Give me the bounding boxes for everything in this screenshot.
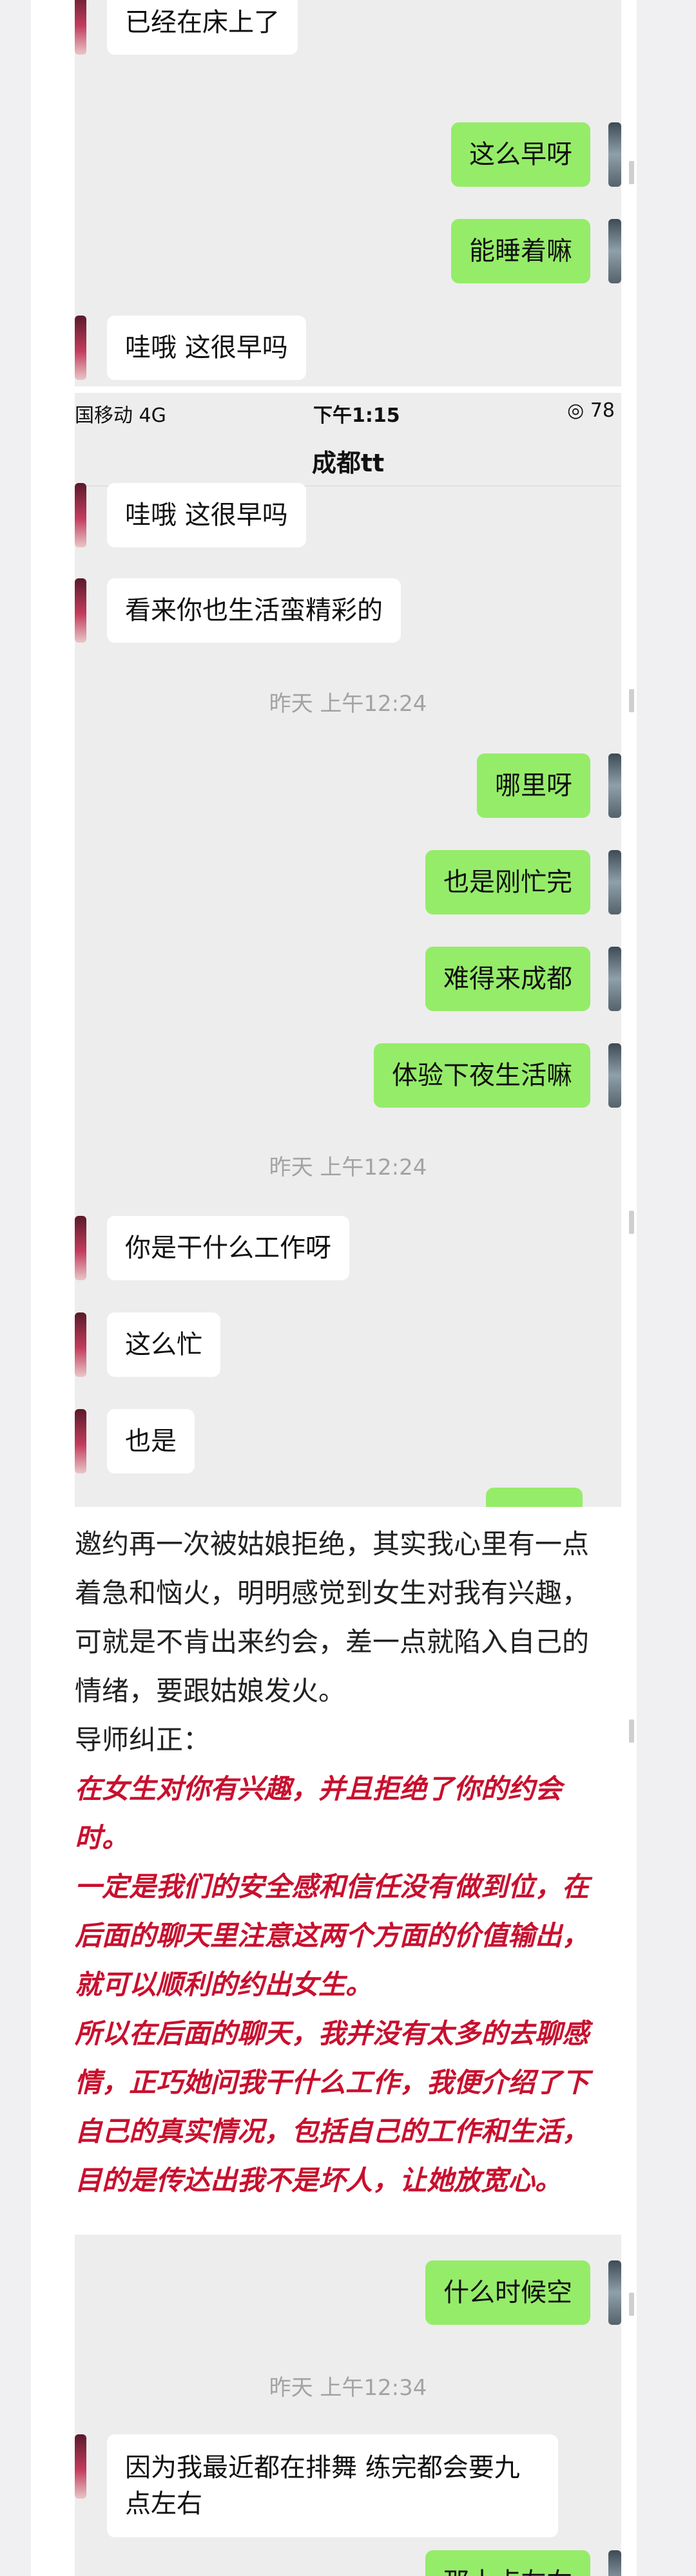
article-body: 邀约再一次被姑娘拒绝，其实我心里有一点着急和恼火，明明感觉到女生对我有兴趣，可就… xyxy=(75,1520,610,2205)
message-bubble: 体验下夜生活嘛 xyxy=(374,1043,590,1108)
contact-avatar xyxy=(75,578,86,643)
user-avatar xyxy=(608,219,621,283)
user-avatar xyxy=(608,947,621,1011)
user-avatar xyxy=(608,1043,621,1108)
battery-indicator: ◎ 78 xyxy=(567,399,615,422)
mentor-heading: 导师纠正： xyxy=(75,1724,211,1756)
contact-avatar xyxy=(75,2434,86,2499)
message-bubble: 也是刚忙完 xyxy=(425,850,590,914)
message-bubble: 也是 xyxy=(107,1409,195,1473)
chat-screenshot-2: 国移动 4G 下午1:15 ◎ 78 成都tt 哇哦 这很早吗 看来你也生活蛮精… xyxy=(75,393,621,1507)
user-avatar xyxy=(608,2550,621,2576)
contact-avatar xyxy=(75,1312,86,1377)
emphasis-paragraph: 所以在后面的聊天，我并没有太多的去聊感情，正巧她问我干什么工作，我便介绍了下自己… xyxy=(75,2018,590,2196)
message-bubble: 已经在床上了 xyxy=(107,0,298,55)
contact-avatar xyxy=(75,1409,86,1473)
message-bubble: 难得来成都 xyxy=(425,947,590,1011)
scroll-indicator xyxy=(629,1719,634,1743)
article-page: 已经在床上了 这么早呀 能睡着嘛 哇哦 这很早吗 国移动 4G 下午1:15 ◎… xyxy=(31,0,637,2576)
emphasis-paragraph: 在女生对你有兴趣，并且拒绝了你的约会时。 xyxy=(75,1773,563,1853)
carrier-label: 国移动 4G xyxy=(75,404,166,427)
user-avatar xyxy=(608,2260,621,2325)
message-bubble: 能睡着嘛 xyxy=(451,219,590,283)
contact-avatar xyxy=(75,316,86,380)
contact-avatar xyxy=(75,0,86,55)
scroll-indicator xyxy=(629,2293,634,2316)
message-bubble: 这么忙 xyxy=(107,1312,220,1377)
user-avatar xyxy=(608,850,621,914)
message-bubble: 因为我最近都在排舞 练完都会要九点左右 xyxy=(107,2434,558,2537)
chat-title: 成都tt xyxy=(311,449,385,477)
scroll-indicator xyxy=(629,161,634,184)
chat-header: 成都tt xyxy=(75,428,621,486)
message-bubble: 那十点左右 xyxy=(425,2550,590,2576)
message-bubble: 你是干什么工作呀 xyxy=(107,1216,349,1280)
chat-screenshot-3: 什么时候空 昨天 上午12:34 因为我最近都在排舞 练完都会要九点左右 那十点… xyxy=(75,2235,621,2576)
contact-avatar xyxy=(75,483,86,547)
scroll-indicator xyxy=(629,689,634,712)
message-bubble: 这么早呀 xyxy=(451,122,590,187)
timestamp: 昨天 上午12:24 xyxy=(269,691,427,717)
message-bubble: 哪里呀 xyxy=(477,753,590,818)
emphasis-paragraph: 一定是我们的安全感和信任没有做到位，在后面的聊天里注意这两个方面的价值输出，就可… xyxy=(75,1871,590,2000)
message-bubble: 哇哦 这很早吗 xyxy=(107,316,306,380)
message-bubble: 什么时候空 xyxy=(425,2260,590,2325)
message-bubble-cropped xyxy=(486,1488,583,1507)
clock: 下午1:15 xyxy=(313,404,400,427)
chat-screenshot-1: 已经在床上了 这么早呀 能睡着嘛 哇哦 这很早吗 xyxy=(75,0,621,386)
scroll-indicator xyxy=(629,1211,634,1234)
contact-avatar xyxy=(75,1216,86,1280)
user-avatar xyxy=(608,122,621,187)
message-bubble: 哇哦 这很早吗 xyxy=(107,483,306,547)
timestamp: 昨天 上午12:24 xyxy=(269,1155,427,1180)
status-bar: 国移动 4G 下午1:15 ◎ 78 xyxy=(75,393,621,428)
paragraph: 邀约再一次被姑娘拒绝，其实我心里有一点着急和恼火，明明感觉到女生对我有兴趣，可就… xyxy=(75,1528,590,1707)
user-avatar xyxy=(608,753,621,818)
timestamp: 昨天 上午12:34 xyxy=(269,2375,427,2401)
message-bubble: 看来你也生活蛮精彩的 xyxy=(107,578,401,643)
